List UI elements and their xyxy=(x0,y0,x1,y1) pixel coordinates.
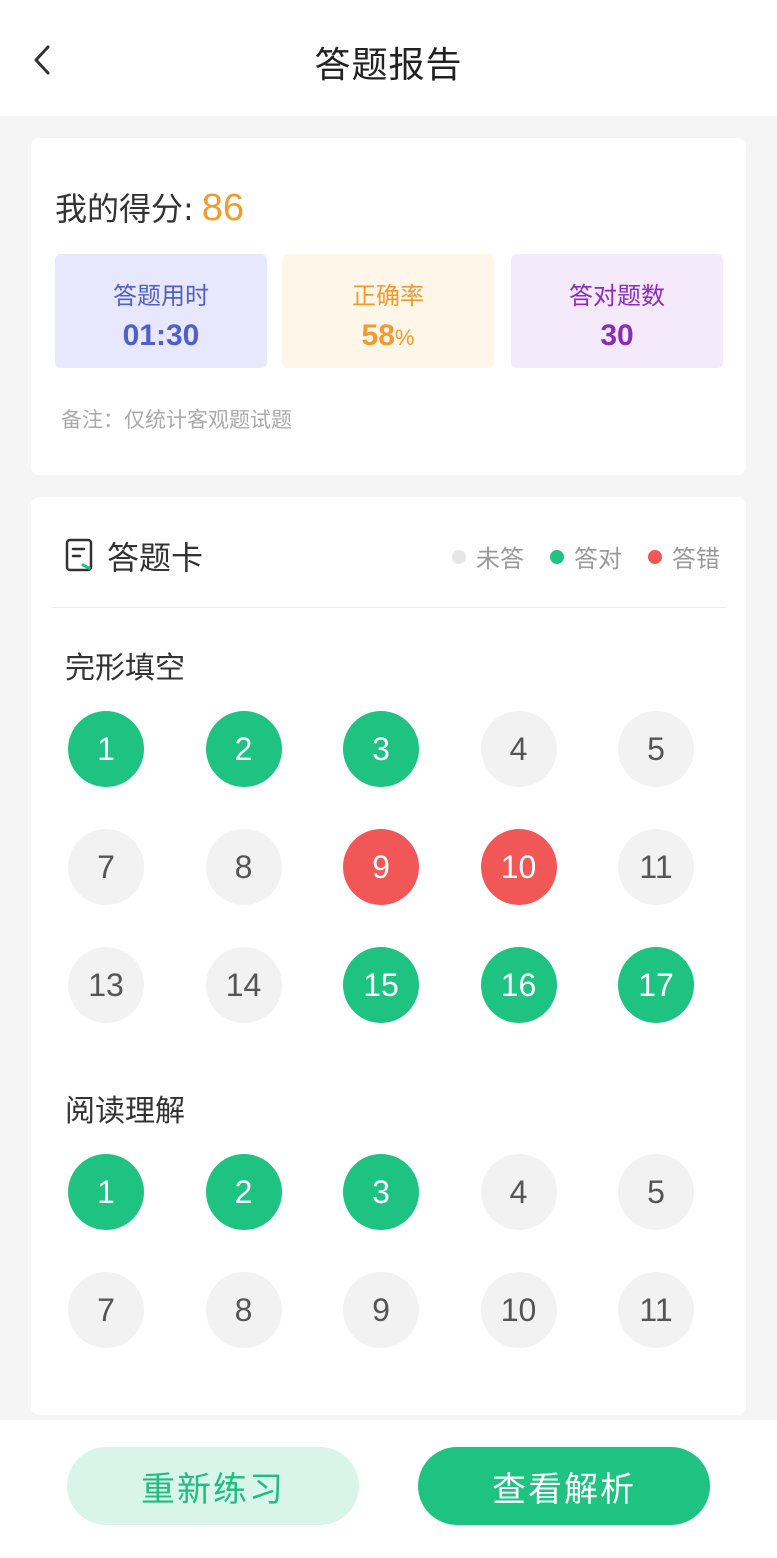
view-analysis-button[interactable]: 查看解析 xyxy=(418,1447,710,1525)
question-bubble[interactable]: 10 xyxy=(480,1272,557,1348)
legend-correct: 答对 xyxy=(550,539,622,574)
stat-time-label: 答题用时 xyxy=(113,282,209,310)
page-title: 答题报告 xyxy=(314,45,463,86)
stat-count-label: 答对题数 xyxy=(569,282,665,310)
question-bubble[interactable]: 14 xyxy=(205,947,282,1023)
question-bubble[interactable]: 17 xyxy=(618,947,694,1023)
question-bubble[interactable]: 1 xyxy=(68,1154,144,1230)
question-bubble[interactable]: 2 xyxy=(205,711,282,787)
question-bubble[interactable]: 11 xyxy=(618,1272,694,1348)
question-bubble[interactable]: 13 xyxy=(68,947,144,1023)
stat-time-value: 01:30 xyxy=(122,319,200,352)
question-bubble[interactable]: 4 xyxy=(480,1154,557,1230)
unanswered-dot-icon xyxy=(452,549,466,564)
question-bubble[interactable]: 4 xyxy=(480,711,557,787)
section-title-cloze: 完形填空 xyxy=(65,651,185,686)
stat-rate-value: 58% xyxy=(282,319,494,353)
question-grid-reading: 1 2 3 4 5 7 8 9 10 11 xyxy=(68,1154,708,1348)
legend-wrong-label: 答错 xyxy=(672,545,720,573)
question-bubble[interactable]: 3 xyxy=(343,1154,419,1230)
legend-correct-label: 答对 xyxy=(574,545,622,573)
question-bubble[interactable]: 8 xyxy=(205,829,282,905)
stat-rate-label: 正确率 xyxy=(352,282,424,310)
answer-sheet-title: 答题卡 xyxy=(107,539,204,577)
section-title-reading: 阅读理解 xyxy=(65,1094,185,1129)
question-bubble[interactable]: 16 xyxy=(480,947,557,1023)
question-bubble[interactable]: 7 xyxy=(68,1272,144,1348)
answer-sheet-icon xyxy=(65,538,93,572)
stat-count-value: 30 xyxy=(600,319,634,352)
question-bubble[interactable]: 5 xyxy=(618,711,694,787)
legend-wrong: 答错 xyxy=(648,539,720,574)
stat-rate-number: 58 xyxy=(361,319,395,352)
correct-dot-icon xyxy=(550,549,564,564)
question-bubble[interactable]: 2 xyxy=(205,1154,282,1230)
status-legend: 未答 答对 答错 xyxy=(426,539,720,574)
top-nav-bar: 答题报告 xyxy=(0,0,777,116)
legend-unanswered-label: 未答 xyxy=(476,545,524,573)
question-bubble[interactable]: 8 xyxy=(205,1272,282,1348)
score-value: 86 xyxy=(201,187,245,229)
question-bubble[interactable]: 5 xyxy=(618,1154,694,1230)
question-bubble[interactable]: 10 xyxy=(480,829,557,905)
question-bubble[interactable]: 1 xyxy=(68,711,144,787)
note-text: 备注：仅统计客观题试题 xyxy=(61,408,292,432)
question-bubble[interactable]: 15 xyxy=(343,947,419,1023)
question-bubble[interactable]: 9 xyxy=(343,1272,419,1348)
score-line: 我的得分: 86 xyxy=(55,184,244,230)
legend-unanswered: 未答 xyxy=(452,539,524,574)
stat-time-box: 答题用时 01:30 xyxy=(55,254,267,368)
answer-sheet-card: 答题卡 未答 答对 答错 完形填空 1 2 3 4 5 7 8 9 10 11 13 14 15 16 17… xyxy=(31,497,746,1415)
stat-rate-unit: % xyxy=(394,325,415,350)
question-bubble[interactable]: 7 xyxy=(68,829,144,905)
divider xyxy=(51,607,726,608)
question-grid-cloze: 1 2 3 4 5 7 8 9 10 11 13 14 15 16 17 xyxy=(68,711,708,1023)
question-bubble[interactable]: 3 xyxy=(343,711,419,787)
score-label: 我的得分: xyxy=(55,190,194,228)
stat-count-box: 答对题数 30 xyxy=(511,254,723,368)
bottom-action-bar: 重新练习 查看解析 xyxy=(0,1420,777,1558)
stat-rate-box: 正确率 58% xyxy=(282,254,494,368)
wrong-dot-icon xyxy=(648,549,662,564)
score-card: 我的得分: 86 答题用时 01:30 正确率 58% 答对题数 30 备注：仅统… xyxy=(31,138,746,475)
question-bubble[interactable]: 11 xyxy=(618,829,694,905)
question-bubble[interactable]: 9 xyxy=(343,829,419,905)
retry-button[interactable]: 重新练习 xyxy=(67,1447,359,1525)
